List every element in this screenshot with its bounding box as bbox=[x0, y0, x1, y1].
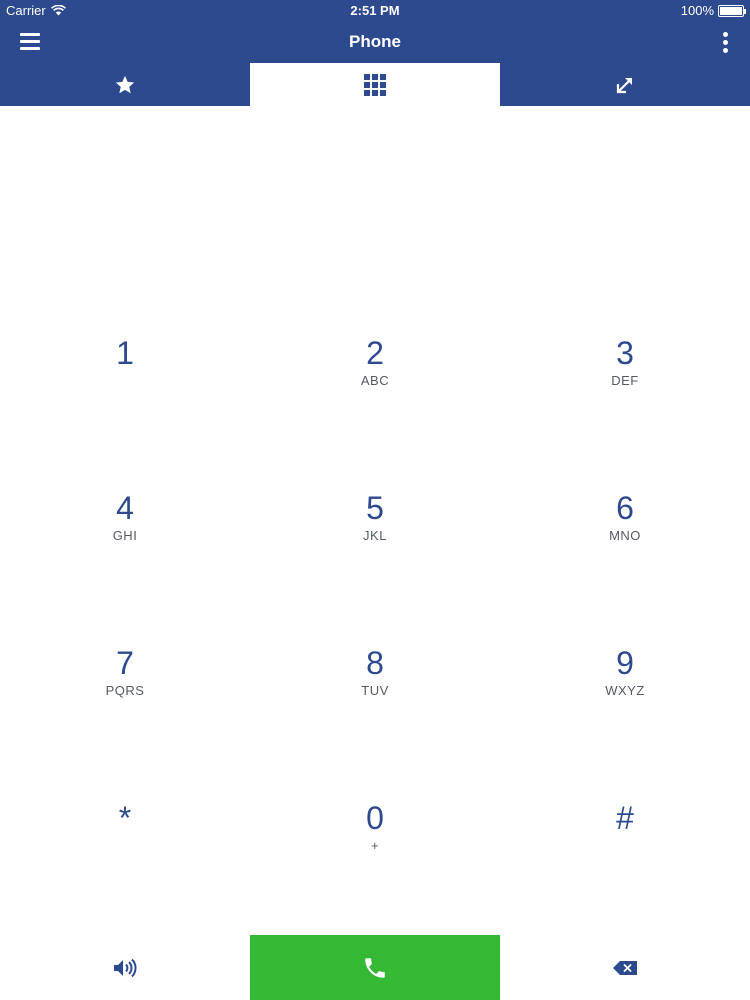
key-letters: DEF bbox=[611, 373, 639, 388]
key-2[interactable]: 2 ABC bbox=[250, 335, 500, 455]
key-3[interactable]: 3 DEF bbox=[500, 335, 750, 455]
tab-favorites[interactable] bbox=[0, 63, 250, 106]
key-star[interactable]: * bbox=[0, 800, 250, 920]
clock: 2:51 PM bbox=[350, 3, 400, 18]
key-letters: MNO bbox=[609, 528, 641, 543]
key-9[interactable]: 9 WXYZ bbox=[500, 645, 750, 765]
star-icon bbox=[115, 75, 135, 93]
key-letters: JKL bbox=[363, 528, 387, 543]
key-letters: GHI bbox=[112, 528, 138, 543]
key-digit: 1 bbox=[116, 335, 134, 371]
key-letters: WXYZ bbox=[605, 683, 645, 698]
speaker-button[interactable] bbox=[0, 935, 250, 1000]
key-letters: + bbox=[370, 838, 380, 853]
vertical-dots-icon[interactable] bbox=[720, 30, 730, 54]
nav-bar: Phone bbox=[0, 22, 750, 63]
backspace-button[interactable] bbox=[500, 935, 750, 1000]
key-digit: 9 bbox=[616, 645, 634, 681]
tab-transfer[interactable] bbox=[500, 63, 750, 106]
status-bar: Carrier 2:51 PM 100% bbox=[0, 0, 750, 22]
key-digit: 5 bbox=[366, 490, 384, 526]
key-digit: * bbox=[118, 800, 132, 836]
key-digit: 2 bbox=[366, 335, 384, 371]
keypad-grid-icon bbox=[364, 73, 386, 96]
battery-icon bbox=[718, 4, 746, 17]
call-button[interactable] bbox=[250, 935, 500, 1000]
call-transfer-icon bbox=[616, 77, 632, 93]
key-7[interactable]: 7 PQRS bbox=[0, 645, 250, 765]
key-digit: 4 bbox=[116, 490, 134, 526]
key-8[interactable]: 8 TUV bbox=[250, 645, 500, 765]
key-digit: # bbox=[616, 800, 634, 836]
phone-handset-icon bbox=[365, 957, 385, 978]
battery-indicator: 100% bbox=[680, 3, 746, 18]
key-letters: TUV bbox=[361, 683, 389, 698]
key-1[interactable]: 1 bbox=[0, 335, 250, 455]
key-letters: ABC bbox=[360, 373, 390, 388]
battery-percent: 100% bbox=[680, 3, 714, 18]
key-letters: PQRS bbox=[105, 683, 145, 698]
key-digit: 3 bbox=[616, 335, 634, 371]
bottom-action-bar bbox=[0, 935, 750, 1000]
key-digit: 0 bbox=[366, 800, 384, 836]
key-6[interactable]: 6 MNO bbox=[500, 490, 750, 610]
page-title: Phone bbox=[349, 32, 401, 51]
speaker-icon bbox=[114, 958, 137, 977]
key-0[interactable]: 0 + bbox=[250, 800, 500, 920]
tab-keypad[interactable] bbox=[250, 63, 500, 106]
key-4[interactable]: 4 GHI bbox=[0, 490, 250, 610]
key-5[interactable]: 5 JKL bbox=[250, 490, 500, 610]
key-hash[interactable]: # bbox=[500, 800, 750, 920]
tab-bar bbox=[0, 63, 750, 106]
backspace-icon bbox=[613, 960, 637, 975]
key-digit: 6 bbox=[616, 490, 634, 526]
key-digit: 8 bbox=[366, 645, 384, 681]
key-digit: 7 bbox=[116, 645, 134, 681]
